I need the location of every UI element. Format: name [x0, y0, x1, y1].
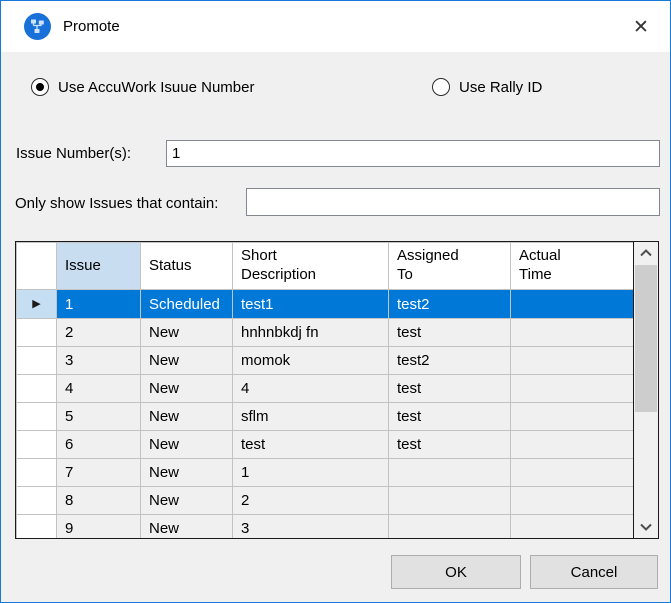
grid-row[interactable]: 8New2 [17, 487, 634, 515]
grid-cell[interactable]: 9 [57, 515, 141, 539]
current-row-arrow-icon: ▶ [32, 298, 40, 310]
row-selector[interactable] [17, 459, 57, 487]
grid-cell[interactable]: hnhnbkdj fn [233, 319, 389, 347]
grid-cell[interactable]: New [141, 403, 233, 431]
grid-cell[interactable]: test2 [389, 290, 511, 319]
grid-cell[interactable] [389, 487, 511, 515]
row-selector[interactable] [17, 347, 57, 375]
grid-cell[interactable]: New [141, 459, 233, 487]
filter-input[interactable] [246, 188, 660, 216]
grid-row[interactable]: 2Newhnhnbkdj fntest [17, 319, 634, 347]
grid-cell[interactable]: test2 [389, 347, 511, 375]
grid-cell[interactable] [511, 459, 634, 487]
ok-button[interactable]: OK [391, 555, 521, 589]
scroll-up-icon[interactable] [634, 242, 658, 264]
row-selector[interactable] [17, 375, 57, 403]
grid-cell[interactable]: Scheduled [141, 290, 233, 319]
grid-cell[interactable]: 7 [57, 459, 141, 487]
grid-row[interactable]: 7New1 [17, 459, 634, 487]
issue-number-label: Issue Number(s): [16, 145, 131, 162]
grid-cell[interactable]: 3 [57, 347, 141, 375]
grid-cell[interactable]: New [141, 347, 233, 375]
radio-rally-label: Use Rally ID [459, 79, 542, 96]
grid-row[interactable]: 9New3 [17, 515, 634, 539]
row-selector-header [17, 243, 57, 290]
promote-app-icon [24, 13, 51, 40]
grid-cell[interactable]: 4 [233, 375, 389, 403]
grid-header-row: IssueStatusShort DescriptionAssigned ToA… [17, 243, 634, 290]
promote-dialog: { "window": { "title": "Promote", "close… [0, 0, 671, 603]
grid-cell[interactable]: sflm [233, 403, 389, 431]
grid-cell[interactable]: test [389, 375, 511, 403]
grid-cell[interactable] [389, 459, 511, 487]
grid-cell[interactable]: 6 [57, 431, 141, 459]
column-header[interactable]: Assigned To [389, 243, 511, 290]
column-header[interactable]: Status [141, 243, 233, 290]
grid-cell[interactable]: 1 [233, 459, 389, 487]
grid-cell[interactable]: 1 [57, 290, 141, 319]
grid-cell[interactable]: 2 [233, 487, 389, 515]
grid-row[interactable]: ▶ 1Scheduledtest1test2 [17, 290, 634, 319]
title-bar: Promote ✕ [1, 1, 670, 52]
grid-cell[interactable] [511, 319, 634, 347]
row-selector[interactable] [17, 431, 57, 459]
grid-cell[interactable]: 8 [57, 487, 141, 515]
scrollbar-thumb[interactable] [635, 265, 657, 412]
grid-cell[interactable]: test [389, 431, 511, 459]
radio-rally-circle-icon[interactable] [432, 78, 450, 96]
radio-rally[interactable]: Use Rally ID [432, 78, 542, 96]
grid-cell[interactable]: New [141, 319, 233, 347]
close-icon[interactable]: ✕ [624, 11, 658, 43]
grid-cell[interactable]: test [233, 431, 389, 459]
grid-cell[interactable]: momok [233, 347, 389, 375]
grid-cell[interactable] [511, 290, 634, 319]
window-title: Promote [63, 18, 120, 35]
column-header[interactable]: Actual Time [511, 243, 634, 290]
filter-label: Only show Issues that contain: [15, 195, 218, 212]
grid-cell[interactable]: New [141, 487, 233, 515]
grid-table-area: IssueStatusShort DescriptionAssigned ToA… [16, 242, 633, 538]
row-selector[interactable]: ▶ [17, 290, 57, 319]
column-header[interactable]: Short Description [233, 243, 389, 290]
grid-cell[interactable]: New [141, 431, 233, 459]
row-selector[interactable] [17, 403, 57, 431]
grid-cell[interactable]: 3 [233, 515, 389, 539]
grid-cell[interactable] [511, 403, 634, 431]
grid-cell[interactable]: test [389, 319, 511, 347]
row-selector[interactable] [17, 487, 57, 515]
grid-row[interactable]: 6Newtesttest [17, 431, 634, 459]
grid-cell[interactable] [511, 487, 634, 515]
grid-cell[interactable] [389, 515, 511, 539]
radio-accuwork-label: Use AccuWork Isuue Number [58, 79, 254, 96]
scroll-down-icon[interactable] [634, 516, 658, 538]
vertical-scrollbar[interactable] [633, 242, 658, 538]
grid-row[interactable]: 4New4test [17, 375, 634, 403]
radio-accuwork-circle-icon[interactable] [31, 78, 49, 96]
row-selector[interactable] [17, 515, 57, 539]
issues-table: IssueStatusShort DescriptionAssigned ToA… [16, 242, 633, 538]
grid-row[interactable]: 3Newmomoktest2 [17, 347, 634, 375]
cancel-button[interactable]: Cancel [530, 555, 658, 589]
row-selector[interactable] [17, 319, 57, 347]
radio-accuwork[interactable]: Use AccuWork Isuue Number [31, 78, 254, 96]
grid-cell[interactable] [511, 431, 634, 459]
grid-cell[interactable]: test1 [233, 290, 389, 319]
grid-cell[interactable]: 2 [57, 319, 141, 347]
grid-cell[interactable] [511, 375, 634, 403]
column-header[interactable]: Issue [57, 243, 141, 290]
grid-cell[interactable] [511, 347, 634, 375]
grid-cell[interactable] [511, 515, 634, 539]
issue-source-options: Use AccuWork Isuue Number Use Rally ID [1, 78, 670, 98]
grid-cell[interactable]: New [141, 515, 233, 539]
issues-grid: IssueStatusShort DescriptionAssigned ToA… [15, 241, 659, 539]
grid-cell[interactable]: test [389, 403, 511, 431]
issue-number-input[interactable] [166, 140, 660, 167]
grid-cell[interactable]: New [141, 375, 233, 403]
grid-row[interactable]: 5Newsflmtest [17, 403, 634, 431]
grid-cell[interactable]: 5 [57, 403, 141, 431]
grid-body: ▶1Scheduledtest1test22Newhnhnbkdj fntest… [17, 290, 634, 539]
grid-cell[interactable]: 4 [57, 375, 141, 403]
